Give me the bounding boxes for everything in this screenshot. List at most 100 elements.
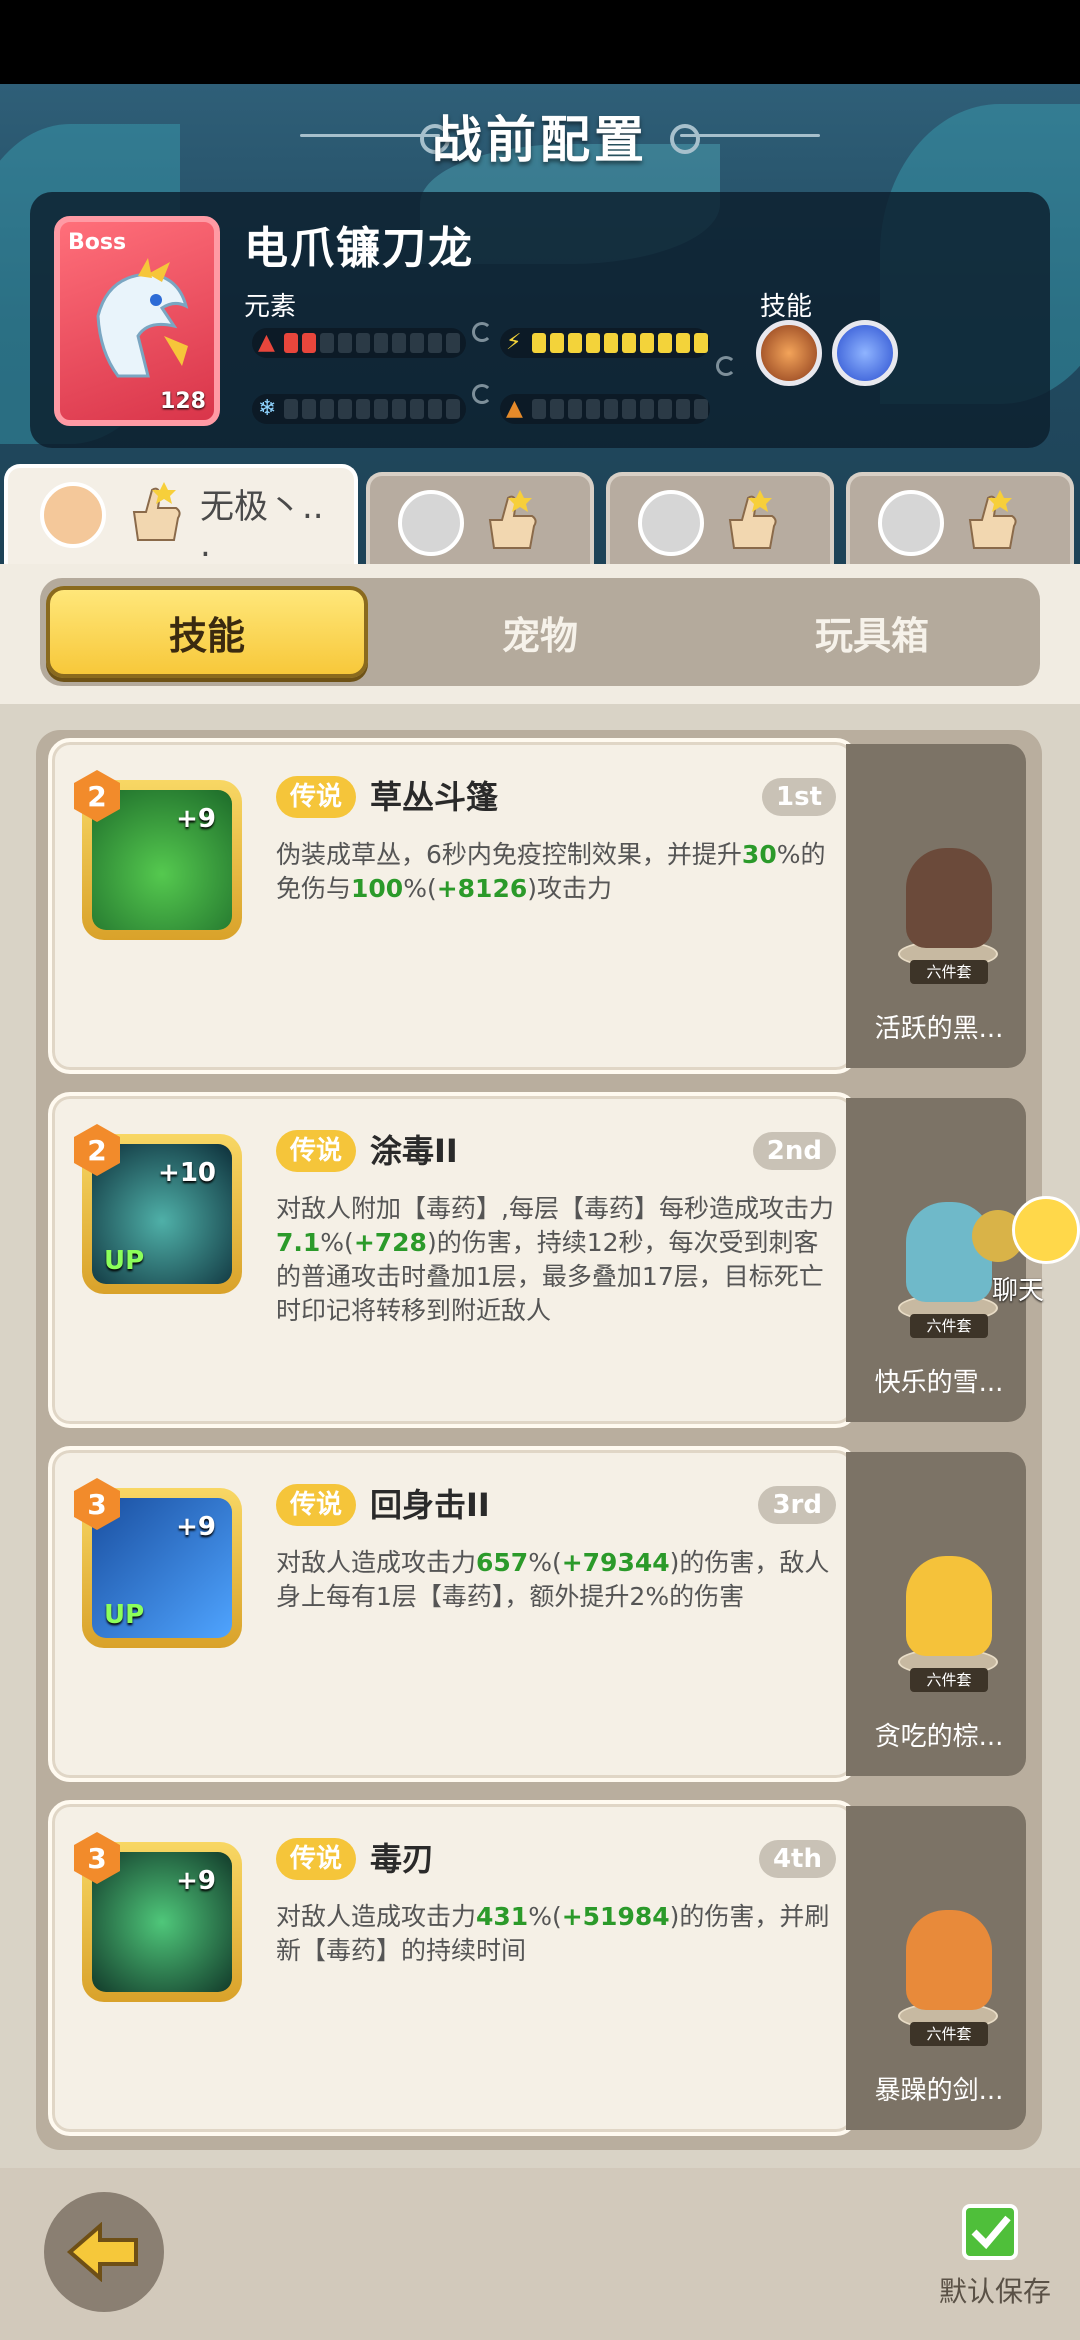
skill-card[interactable]: 3 +9 传说 毒刃 4th 对敌人造成攻击力431%(+51984)的伤害，并刷新【毒药… [48, 1800, 858, 2136]
skill-plus: +10 [158, 1158, 216, 1188]
description-segment: 100 [351, 874, 404, 903]
pet-set-badge: 六件套 [910, 960, 988, 984]
skill-plus: +9 [176, 1866, 216, 1896]
skill-card[interactable]: 2 +10 UP 传说 涂毒II 2nd 对敌人附加【毒药】,每层【毒药】每秒造成攻击力7.… [48, 1092, 858, 1428]
player-tab-3[interactable] [606, 472, 834, 564]
tab-toybox[interactable]: 玩具箱 [712, 586, 1032, 678]
player-tab-4[interactable] [846, 472, 1074, 564]
default-save-checkbox[interactable] [962, 2204, 1018, 2260]
description-segment: %( [528, 1902, 562, 1931]
description-segment: %( [403, 874, 437, 903]
boss-skill-label: 技能 [760, 292, 813, 322]
thumbs-up-icon [968, 490, 1017, 549]
thumbs-up-icon [132, 482, 181, 541]
description-segment: 伪装成草丛，6秒内免疫控制效果，并提升 [276, 840, 742, 869]
element-segment [658, 399, 672, 419]
rarity-badge: 传说 [276, 1838, 357, 1880]
lightning-icon: ⚡ [506, 330, 522, 355]
element-segment [586, 333, 600, 353]
pet-figure-icon [906, 1556, 992, 1656]
description-segment: 30 [741, 840, 777, 869]
chat-button[interactable]: 聊天 [972, 1190, 1080, 1310]
element-segment [320, 333, 334, 353]
player-avatar [638, 490, 704, 556]
element-segment [550, 399, 564, 419]
description-segment: +728 [353, 1228, 427, 1257]
pet-set-badge: 六件套 [910, 2022, 988, 2046]
element-segment [428, 399, 442, 419]
skill-description: 对敌人附加【毒药】,每层【毒药】每秒造成攻击力7.1%(+728)的伤害，持续1… [276, 1192, 842, 1328]
page-title: 战前配置 [432, 111, 648, 169]
status-bar [0, 0, 1080, 84]
pet-slot[interactable]: 六件套 贪吃的棕... [846, 1446, 1032, 1782]
fire-element-bar: ▲ [252, 328, 466, 358]
skill-rank: 2nd [752, 1132, 836, 1170]
smiley-icon [1012, 1196, 1080, 1264]
description-segment: 对敌人造成攻击力 [276, 1902, 477, 1931]
skill-name: 回身击II [370, 1486, 490, 1524]
skill-description: 对敌人造成攻击力431%(+51984)的伤害，并刷新【毒药】的持续时间 [276, 1900, 842, 1968]
swirl-icon [716, 356, 736, 376]
skill-up-tag: UP [104, 1246, 145, 1276]
description-segment: +79344 [561, 1548, 670, 1577]
skill-card[interactable]: 3 +9 UP 传说 回身击II 3rd 对敌人造成攻击力657%(+79344)的伤害，敌… [48, 1446, 858, 1782]
default-save-label: 默认保存 [938, 2275, 1051, 2308]
player-avatar [878, 490, 944, 556]
element-segment [410, 399, 424, 419]
rarity-badge: 传说 [276, 1130, 357, 1172]
player-avatar [40, 482, 106, 548]
swirl-icon [472, 322, 492, 342]
element-segment [640, 399, 654, 419]
description-segment: %( [320, 1228, 354, 1257]
player-tabs: 无极丶.. . [0, 464, 1080, 564]
pet-figure-icon [906, 1910, 992, 2010]
element-segment [604, 399, 618, 419]
claw-skill-icon[interactable] [756, 320, 822, 386]
element-segment [622, 333, 636, 353]
pet-slot[interactable]: 六件套 活跃的黑... [846, 738, 1032, 1074]
pet-figure-icon [906, 848, 992, 948]
player-name: 无极丶.. . [200, 487, 324, 565]
element-segment [676, 333, 690, 353]
tab-skills[interactable]: 技能 [46, 586, 368, 678]
lightning-element-bar: ⚡ [500, 328, 710, 358]
skill-rank: 3rd [758, 1486, 836, 1524]
element-segment [356, 333, 370, 353]
element-segment [532, 333, 546, 353]
boss-tag: Boss [68, 230, 127, 255]
element-segment [284, 399, 298, 419]
title-ornament-right [670, 124, 820, 154]
description-segment: +8126 [436, 874, 528, 903]
element-segment [302, 399, 316, 419]
boss-level: 128 [160, 389, 206, 414]
player-avatar [398, 490, 464, 556]
tab-pets[interactable]: 宠物 [380, 586, 700, 678]
ice-element-bar: ❄ [252, 394, 466, 424]
element-segment [446, 333, 460, 353]
element-segment [694, 399, 708, 419]
skill-name: 草丛斗篷 [370, 778, 499, 816]
element-segment [550, 333, 564, 353]
skill-name: 涂毒II [370, 1132, 458, 1170]
back-button[interactable] [44, 2192, 164, 2312]
boss-portrait[interactable]: Boss 128 [54, 216, 220, 426]
element-segment [446, 399, 460, 419]
skill-card[interactable]: 2 +9 传说 草丛斗篷 1st 伪装成草丛，6秒内免疫控制效果，并提升30%的免伤与10… [48, 738, 858, 1074]
element-segment [658, 333, 672, 353]
skill-description: 对敌人造成攻击力657%(+79344)的伤害，敌人身上每有1层【毒药】，额外提… [276, 1546, 842, 1614]
element-segment [338, 399, 352, 419]
earth-element-bar: ▲ [500, 394, 710, 424]
thumbs-up-icon [488, 490, 537, 549]
element-segment [428, 333, 442, 353]
element-label: 元素 [244, 292, 297, 322]
element-segment [568, 399, 582, 419]
lightning-skill-icon[interactable] [832, 320, 898, 386]
element-segment [622, 399, 636, 419]
element-segment [356, 399, 370, 419]
pet-slot[interactable]: 六件套 暴躁的剑... [846, 1800, 1032, 2136]
pet-set-badge: 六件套 [910, 1668, 988, 1692]
player-tab-2[interactable] [366, 472, 594, 564]
element-segment [604, 333, 618, 353]
player-tab-1[interactable]: 无极丶.. . [4, 464, 358, 564]
skill-description: 伪装成草丛，6秒内免疫控制效果，并提升30%的免伤与100%(+8126)攻击力 [276, 838, 842, 906]
